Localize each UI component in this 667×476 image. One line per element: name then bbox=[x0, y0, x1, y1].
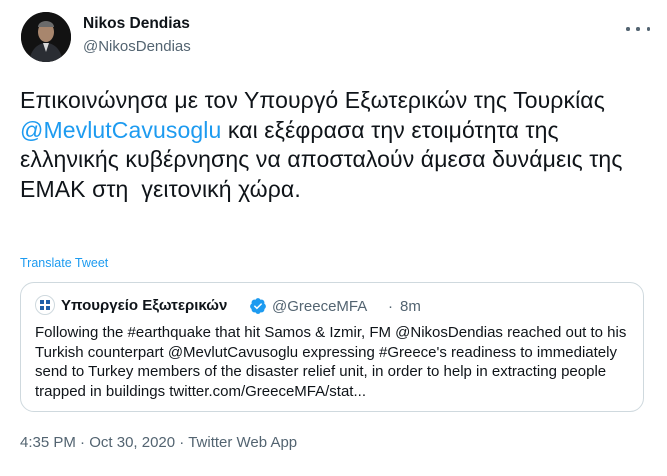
quoted-tweet-text: Following the #earthquake that hit Samos… bbox=[35, 324, 627, 400]
quoted-author-handle[interactable]: @GreeceMFA bbox=[272, 298, 367, 315]
meta-separator: · bbox=[75, 434, 90, 451]
author-name[interactable]: Nikos Dendias bbox=[83, 15, 190, 33]
tweet-text-before: Επικοινώνησα με τον Υπουργό Εξωτερικών τ… bbox=[20, 87, 612, 113]
author-handle[interactable]: @NikosDendias bbox=[83, 38, 191, 55]
tweet-card: Nikos Dendias @NikosDendias Επικοινώνησα… bbox=[0, 0, 667, 476]
meta-separator-2: · bbox=[175, 434, 189, 451]
author-avatar[interactable] bbox=[21, 12, 71, 62]
tweet-meta: 4:35 PM · Oct 30, 2020 · Twitter Web App bbox=[20, 434, 297, 451]
more-horizontal-icon[interactable] bbox=[626, 22, 650, 36]
verified-badge-icon bbox=[249, 297, 267, 315]
quoted-avatar bbox=[35, 295, 55, 315]
quoted-author-name[interactable]: Υπουργείο Εξωτερικών bbox=[61, 297, 227, 314]
tweet-date[interactable]: Oct 30, 2020 bbox=[89, 434, 175, 451]
tweet-text: Επικοινώνησα με τον Υπουργό Εξωτερικών τ… bbox=[20, 86, 660, 204]
quoted-tweet[interactable]: Υπουργείο Εξωτερικών @GreeceMFA · 8m Fol… bbox=[20, 282, 644, 412]
translate-tweet-link[interactable]: Translate Tweet bbox=[20, 256, 108, 270]
tweet-time[interactable]: 4:35 PM bbox=[20, 434, 76, 451]
mention-link[interactable]: @MevlutCavusoglu bbox=[20, 117, 221, 143]
tweet-source[interactable]: Twitter Web App bbox=[188, 434, 297, 451]
quoted-timestamp[interactable]: 8m bbox=[400, 298, 421, 315]
quoted-separator: · bbox=[388, 298, 393, 315]
